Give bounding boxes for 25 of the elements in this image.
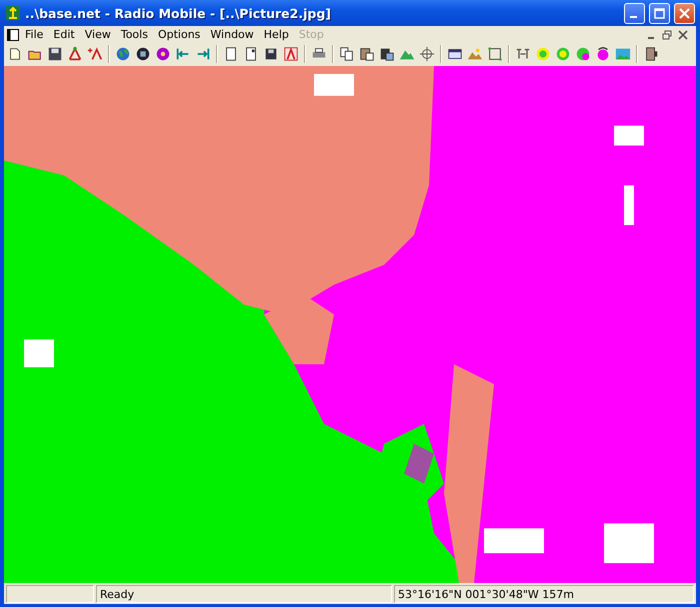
- save-icon[interactable]: [46, 45, 64, 63]
- crosshair-icon[interactable]: [418, 45, 436, 63]
- maximize-button[interactable]: [649, 2, 670, 24]
- menu-item[interactable]: Options: [152, 28, 206, 41]
- frame-icon[interactable]: [486, 45, 504, 63]
- disc-icon[interactable]: [154, 45, 172, 63]
- document-icon[interactable]: [6, 28, 20, 42]
- menu-item[interactable]: View: [80, 28, 116, 41]
- paste-icon[interactable]: [358, 45, 376, 63]
- close-button[interactable]: [674, 2, 695, 24]
- minimize-icon: [630, 16, 636, 18]
- window-title: ..\base.net - Radio Mobile - [..\Picture2.jpg]: [25, 6, 332, 20]
- menu-item[interactable]: Window: [205, 28, 259, 41]
- close-icon: [679, 8, 690, 18]
- menu-item[interactable]: Tools: [116, 28, 153, 41]
- maximize-icon: [654, 8, 665, 18]
- menu-item[interactable]: Help: [258, 28, 294, 41]
- status-message: Ready: [96, 585, 392, 603]
- app-icon: [5, 5, 21, 21]
- menu-item[interactable]: File: [20, 28, 48, 41]
- copy-icon[interactable]: [338, 45, 356, 63]
- minimize-button[interactable]: [624, 2, 645, 24]
- menu-item[interactable]: Edit: [48, 28, 80, 41]
- cursor-coordinates: 53°16'16"N 001°30'48"W 157m: [394, 585, 694, 603]
- globe-icon[interactable]: [114, 45, 132, 63]
